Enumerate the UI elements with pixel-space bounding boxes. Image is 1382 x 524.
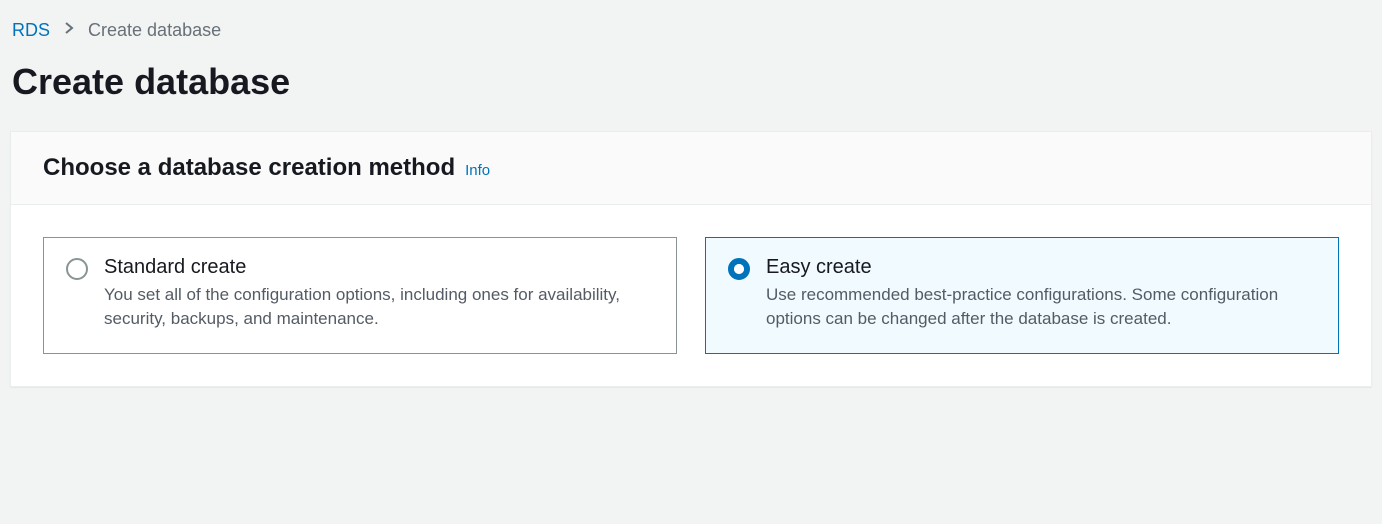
option-standard-create[interactable]: Standard create You set all of the confi… [43,237,677,354]
radio-icon [728,258,750,280]
option-easy-create[interactable]: Easy create Use recommended best-practic… [705,237,1339,354]
option-label: Standard create [104,256,654,279]
creation-method-panel: Choose a database creation method Info S… [10,131,1372,387]
breadcrumb-root-link[interactable]: RDS [12,20,50,41]
chevron-right-icon [64,21,74,40]
option-content: Easy create Use recommended best-practic… [766,256,1316,331]
radio-icon [66,258,88,280]
panel-heading: Choose a database creation method [43,154,455,182]
breadcrumb: RDS Create database [10,20,1372,41]
panel-header: Choose a database creation method Info [11,132,1371,205]
option-description: You set all of the configuration options… [104,283,654,331]
panel-body: Standard create You set all of the confi… [11,205,1371,386]
option-description: Use recommended best-practice configurat… [766,283,1316,331]
page-title: Create database [10,61,1372,103]
option-label: Easy create [766,256,1316,279]
breadcrumb-current: Create database [88,20,221,41]
option-content: Standard create You set all of the confi… [104,256,654,331]
info-link[interactable]: Info [465,162,490,179]
